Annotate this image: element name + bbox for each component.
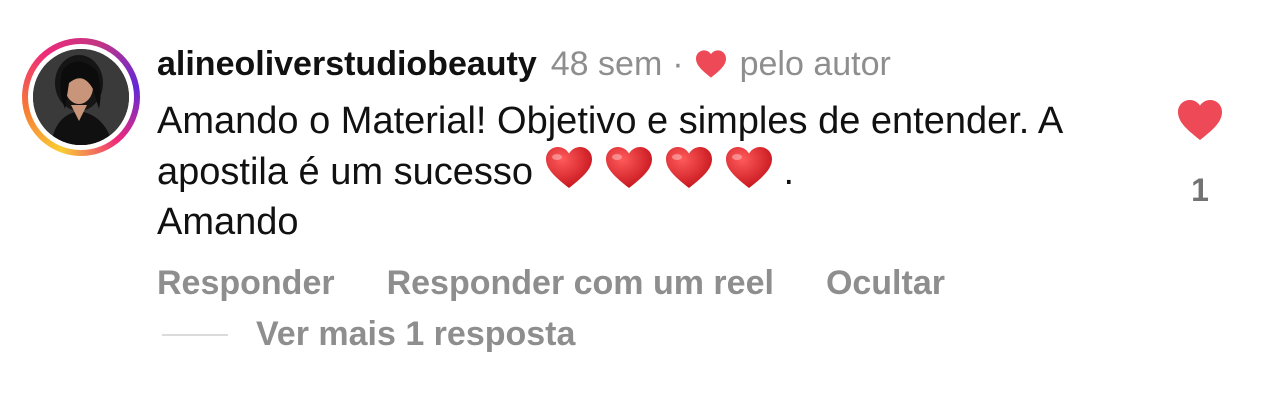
heart-icon	[695, 50, 726, 78]
comment-actions: Responder Responder com um reel Ocultar	[157, 264, 997, 303]
comment-text: Amando o Material! Objetivo e simples de…	[157, 96, 1117, 247]
comment-text-part3: Amando	[157, 201, 299, 243]
hide-button[interactable]: Ocultar	[826, 264, 945, 303]
view-more-replies[interactable]: Ver mais 1 resposta	[162, 315, 575, 354]
replies-divider	[162, 333, 228, 336]
avatar-image	[33, 49, 129, 145]
liked-by-author-label: pelo autor	[739, 44, 891, 83]
comment-text-part2: .	[783, 151, 795, 193]
separator-dot: ·	[672, 44, 684, 83]
timestamp[interactable]: 48 sem	[551, 45, 663, 84]
view-more-replies-label[interactable]: Ver mais 1 resposta	[256, 315, 575, 354]
comment-header: alineoliverstudiobeauty 48 sem · pelo au…	[157, 42, 891, 86]
username-link[interactable]: alineoliverstudiobeauty	[157, 45, 537, 84]
reply-with-reel-button[interactable]: Responder com um reel	[387, 264, 774, 303]
heart-filled-icon[interactable]	[1176, 98, 1224, 142]
red-heart-emoji-icon	[545, 147, 592, 188]
reply-button[interactable]: Responder	[157, 264, 335, 303]
red-heart-emoji-icon	[725, 147, 772, 188]
avatar[interactable]	[33, 49, 129, 145]
red-heart-emoji-icon	[665, 147, 712, 188]
like-count[interactable]: 1	[1176, 172, 1224, 209]
avatar-story-ring[interactable]	[22, 38, 140, 156]
red-heart-emoji-icon	[605, 147, 652, 188]
